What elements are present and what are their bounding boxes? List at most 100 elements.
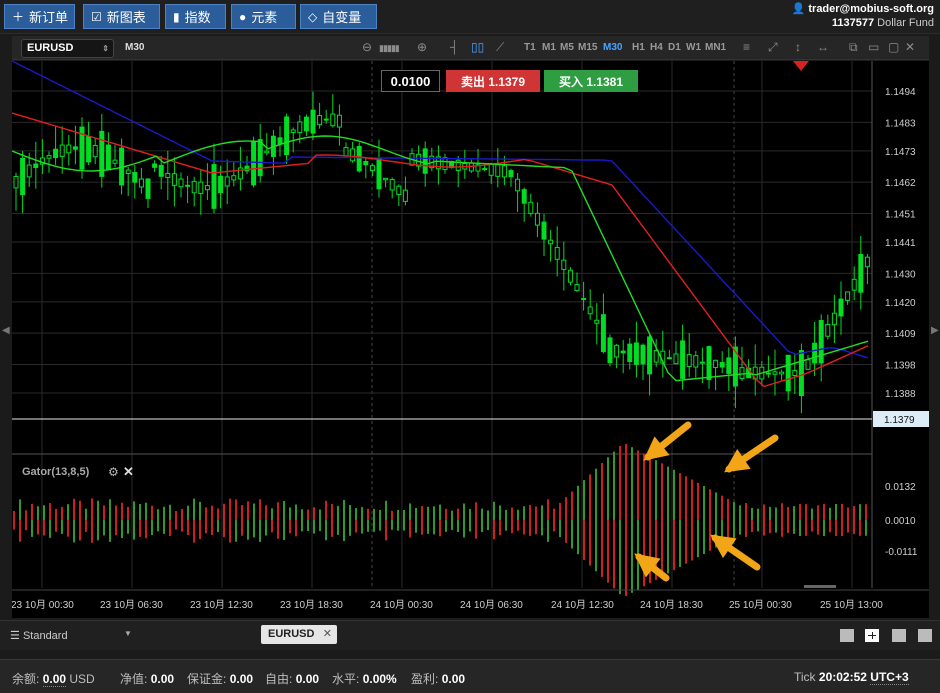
right-collapse-icon[interactable]: ▶ [931,325,939,336]
zoom-slider[interactable]: ▮▮▮▮▮ [379,43,400,54]
time-tick-label: 24 10月 00:30 [370,599,433,611]
scroll-handle[interactable] [804,585,836,588]
candle-body [231,175,237,181]
candle-body [666,357,672,360]
free-margin: 自由: 0.00 [265,670,319,687]
candle-body [851,278,857,291]
timeframe-w1[interactable]: W1 [686,42,701,53]
timeframe-label: M30 [125,42,145,53]
candle-body [779,371,785,375]
candle-body [178,178,184,188]
elements-button[interactable]: ● 元素 [231,4,296,29]
price-tick-label: 1.1451 [885,210,916,221]
candle-body [264,150,270,154]
candle-body [297,121,303,134]
new-order-button[interactable]: ＋ 新订单 [4,4,75,29]
candle-body [495,164,501,177]
timeframe-m5[interactable]: M5 [560,42,574,53]
candle-body [33,163,39,169]
minimize-icon[interactable]: ▭ [868,40,879,54]
price-tick-label: 1.1398 [885,361,916,372]
margin-label: 保证金: [187,672,227,686]
timezone[interactable]: UTC+3 [870,670,909,685]
candle-body [574,284,580,292]
free-label: 自由: [265,672,293,686]
current-price-label: 1.1379 [884,415,915,426]
custom-vars-button[interactable]: ◇ 自变量 [300,4,377,29]
timeframe-m30[interactable]: M30 [603,42,622,53]
detach-icon[interactable]: ⧉ [849,40,858,55]
candle-body [132,172,138,183]
candles-icon[interactable]: ▯▯ [471,40,484,54]
candle-body [515,178,521,192]
candle-body [772,371,778,375]
buy-button[interactable]: 买入 1.1381 [544,70,638,92]
close-tab-icon[interactable]: ✕ [323,625,332,644]
gear-icon[interactable]: ⚙ [108,465,119,479]
gator-tick-label: 0.0010 [885,516,916,527]
price-chart[interactable]: 1.1494 1.1483 1.1473 1.1462 1.1451 1.1441 1.14… [12,61,929,618]
chart-area[interactable]: 1.1494 1.1483 1.1473 1.1462 1.1451 1.1441 1.14… [12,61,929,618]
gator-tick-label: -0.0111 [885,547,918,558]
left-collapse-icon[interactable]: ◀ [2,325,10,336]
candle-body [92,144,98,158]
close-chart-icon[interactable]: ✕ [905,40,915,54]
alert-marker-icon[interactable] [793,61,809,71]
time-value: 20:02:52 [818,670,867,684]
candle-body [548,239,554,245]
layout-columns-icon[interactable] [892,629,906,642]
candle-body [13,175,19,189]
lot-size-input[interactable]: 0.0100 [381,70,440,92]
trendline-icon[interactable]: ⤢ [768,40,778,55]
workspace-selector[interactable]: ☰ Standard ▼ [10,629,132,642]
zoom-in-icon[interactable]: ⊕ [417,40,427,54]
time-tick-label: 24 10月 18:30 [640,599,703,611]
price-tick-label: 1.1409 [885,329,916,340]
candle-body [317,115,323,126]
zoom-out-icon[interactable]: ⊖ [362,40,372,54]
shapes-icon: ● [239,9,247,24]
candle-body [158,164,164,177]
maximize-icon[interactable]: ▢ [888,40,899,54]
price-tick-label: 1.1483 [885,118,916,129]
new-order-label: 新订单 [29,10,69,25]
candle-body [152,163,158,168]
line-chart-icon[interactable]: ⟋ [496,40,504,55]
symbol-value: EURUSD [27,42,74,54]
timeframe-mn1[interactable]: MN1 [705,42,726,53]
vertical-line-icon[interactable]: ↕ [795,40,801,54]
chart-tab-eurusd[interactable]: EURUSD ✕ [261,625,337,644]
candle-body [686,354,692,367]
timeframe-d1[interactable]: D1 [668,42,681,53]
timeframe-t1[interactable]: T1 [524,42,536,53]
account-info[interactable]: 👤 trader@mobius-soft.org 1137577 Dollar … [792,2,934,30]
candle-body [739,367,745,379]
sell-button[interactable]: 卖出 1.1379 [446,70,540,92]
candle-body [845,291,851,301]
currency: USD [69,672,95,686]
layout-grid-icon[interactable] [865,629,879,642]
balance-value: 0.00 [42,672,67,687]
candle-body [614,344,620,358]
objects-list-icon[interactable]: ≡ [743,40,750,54]
candle-body [138,178,144,188]
layout-rows-icon[interactable] [918,629,932,642]
bar-type-icon[interactable]: ┤ [450,40,459,54]
candle-body [792,370,798,377]
price-tick-label: 1.1430 [885,269,916,280]
timeframe-m1[interactable]: M1 [542,42,556,53]
candle-body [633,342,639,365]
candle-body [72,146,78,150]
price-tick-label: 1.1462 [885,178,916,189]
new-chart-button[interactable]: ☑ 新图表 [83,4,160,29]
close-icon[interactable]: ✕ [123,464,134,480]
indicators-label: 指数 [184,10,211,25]
timeframe-m15[interactable]: M15 [578,42,597,53]
time-tick-label: 25 10月 13:00 [820,599,883,611]
symbol-selector[interactable]: EURUSD ⇕ [21,39,114,58]
horizontal-line-icon[interactable]: ↔ [817,40,829,54]
timeframe-h1[interactable]: H1 [632,42,645,53]
indicators-button[interactable]: ▮ 指数 [165,4,226,29]
layout-single-icon[interactable] [840,629,854,642]
timeframe-h4[interactable]: H4 [650,42,663,53]
